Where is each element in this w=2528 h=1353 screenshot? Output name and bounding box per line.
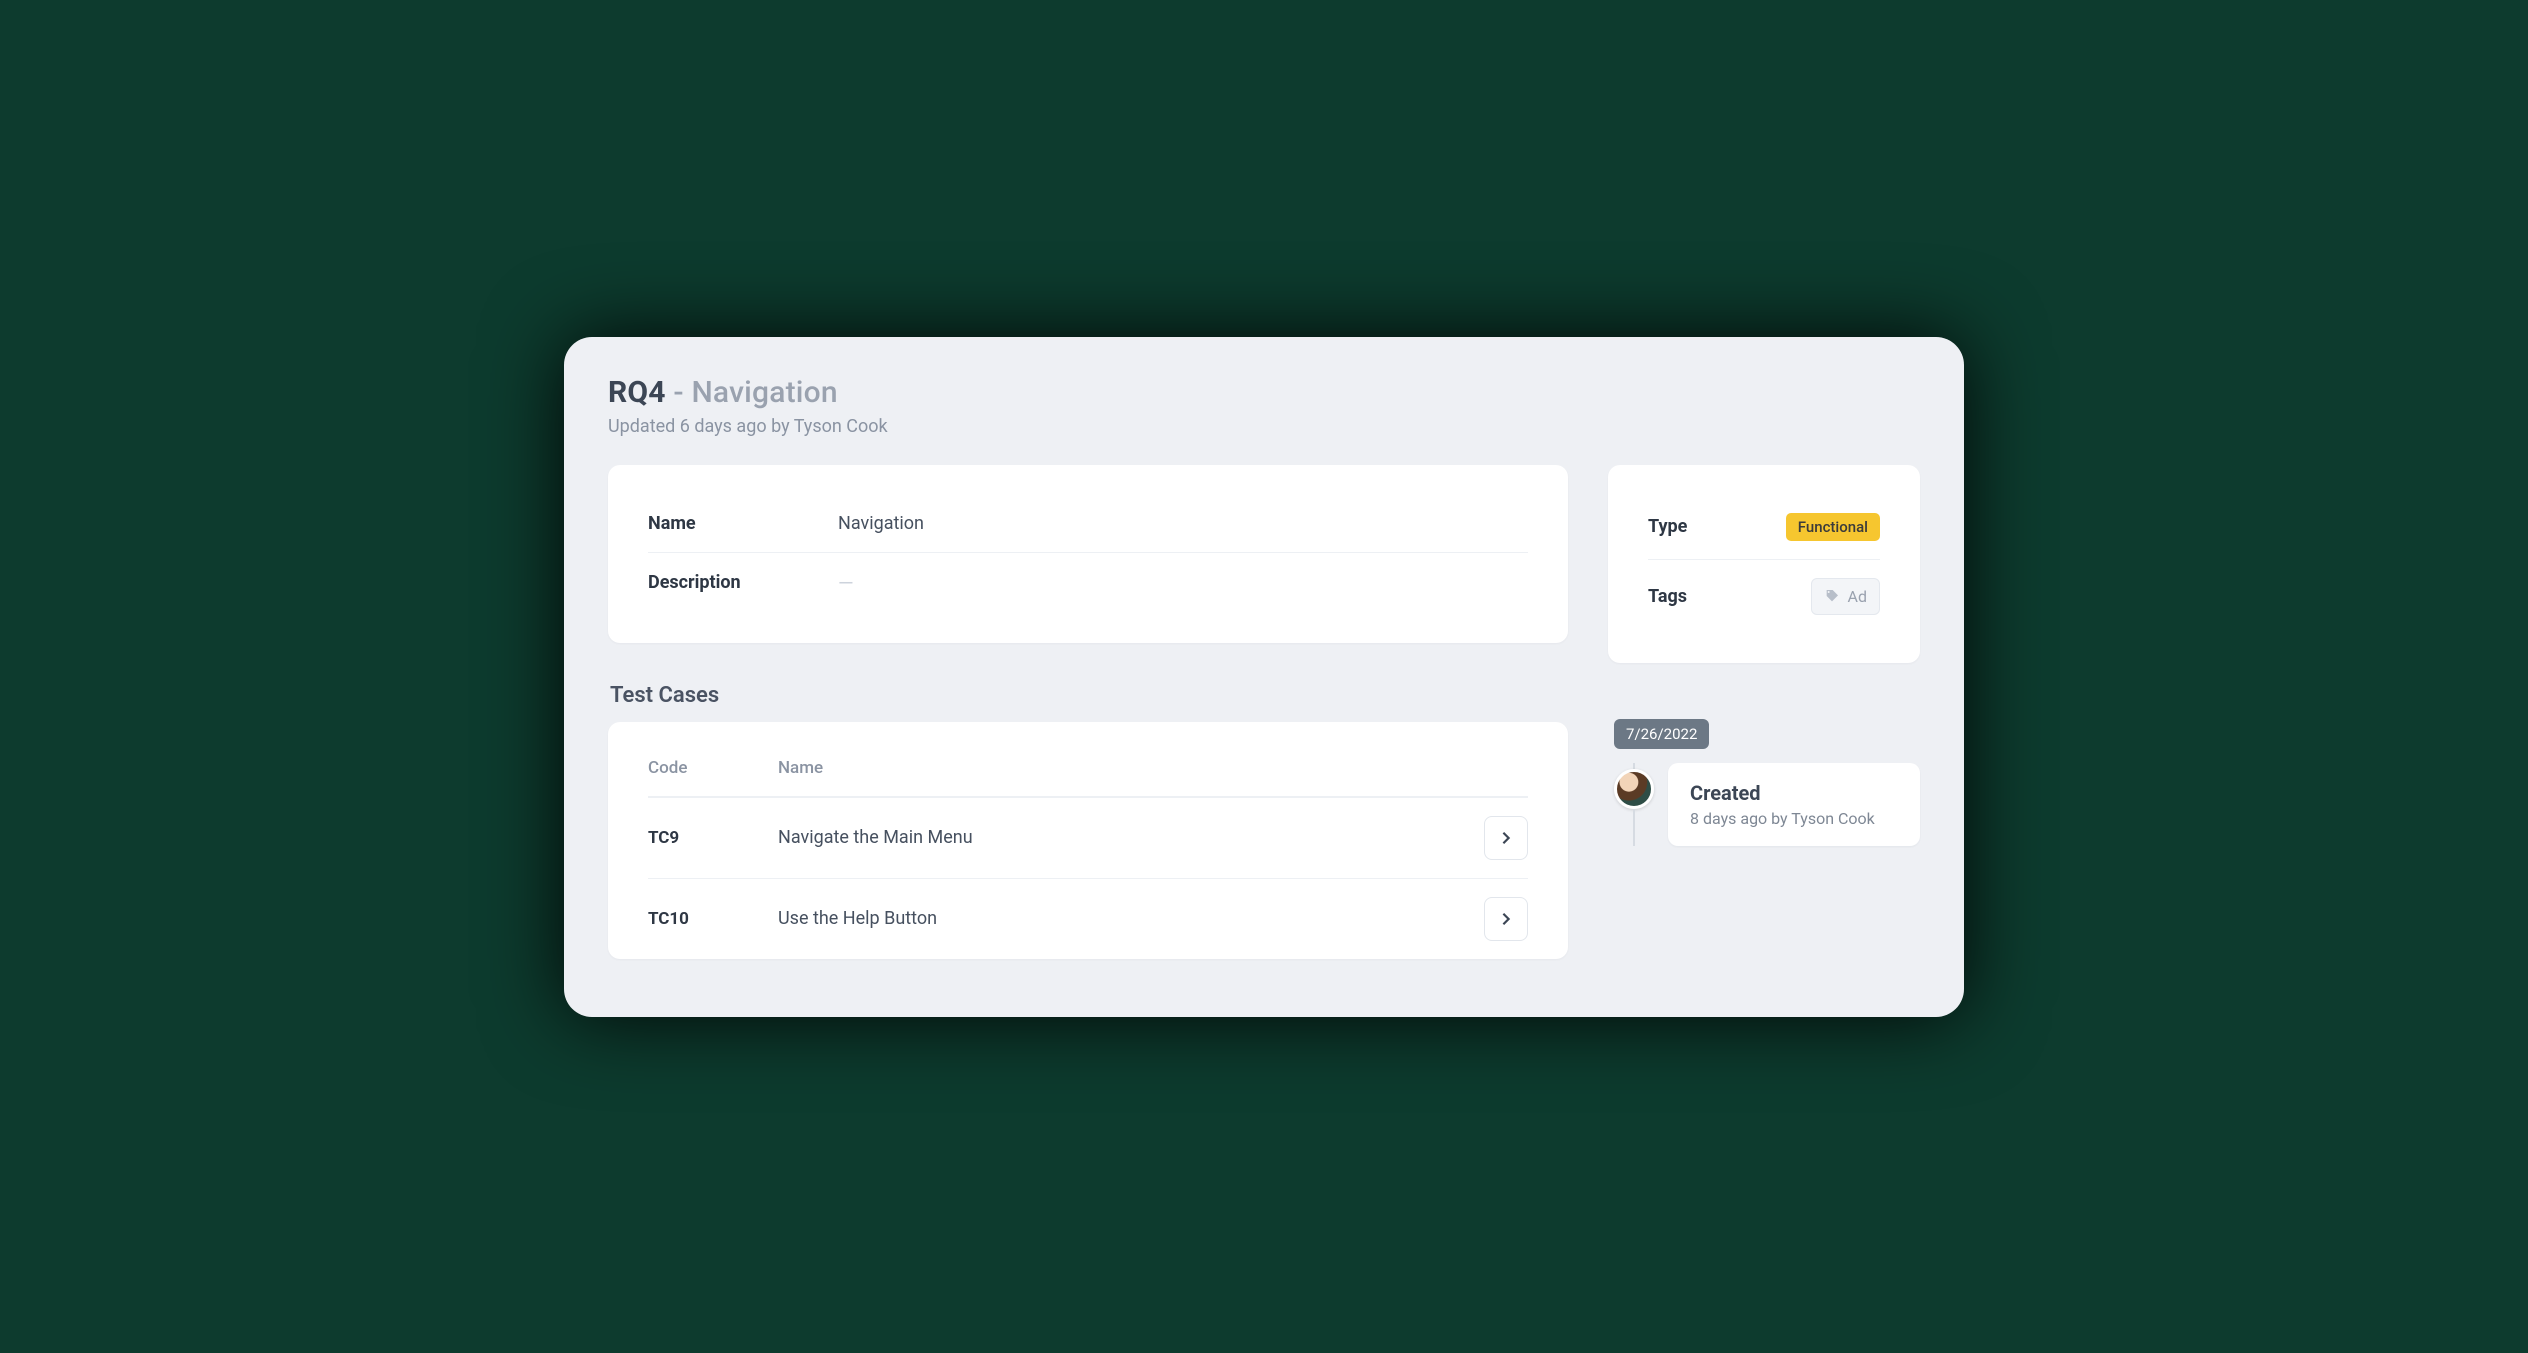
test-case-code: TC10 [648,909,778,929]
requirement-name: Navigation [691,375,837,410]
test-cases-heading: Test Cases [610,683,1568,708]
timeline-event-sub: 8 days ago by Tyson Cook [1690,809,1898,828]
test-case-code: TC9 [648,828,778,848]
table-header: Code Name [648,740,1528,797]
open-test-case-button[interactable] [1484,897,1528,941]
name-label: Name [648,513,838,534]
page-subtitle: Updated 6 days ago by Tyson Cook [608,416,1920,437]
chevron-right-icon [1499,912,1513,926]
chevron-right-icon [1499,831,1513,845]
page-title: RQ4 - Navigation [608,375,1920,410]
tags-label: Tags [1648,586,1811,607]
col-code: Code [648,758,778,778]
timeline-event: Created 8 days ago by Tyson Cook [1668,763,1920,846]
timeline-event-title: Created [1690,781,1898,805]
avatar [1614,769,1654,809]
requirement-code: RQ4 [608,375,666,410]
tag-icon [1824,588,1840,604]
test-cases-card: Code Name TC9 Navigate the Main Menu TC1… [608,722,1568,959]
timeline: 7/26/2022 Created 8 days ago by Tyson Co… [1608,719,1920,846]
test-case-name: Navigate the Main Menu [778,827,1468,848]
open-test-case-button[interactable] [1484,816,1528,860]
details-card: Name Navigation Description — [608,465,1568,643]
name-value[interactable]: Navigation [838,513,924,534]
table-row[interactable]: TC9 Navigate the Main Menu [648,797,1528,878]
requirement-detail-window: RQ4 - Navigation Updated 6 days ago by T… [564,337,1964,1017]
description-label: Description [648,572,838,593]
table-row[interactable]: TC10 Use the Help Button [648,878,1528,959]
col-name: Name [778,758,1468,778]
test-case-name: Use the Help Button [778,908,1468,929]
add-tag-placeholder: Ad [1848,587,1867,606]
meta-card: Type Functional Tags Ad [1608,465,1920,663]
type-label: Type [1648,516,1786,537]
description-value[interactable]: — [838,571,856,595]
add-tag-input[interactable]: Ad [1811,578,1880,615]
timeline-date: 7/26/2022 [1614,719,1709,749]
type-badge[interactable]: Functional [1786,513,1880,541]
